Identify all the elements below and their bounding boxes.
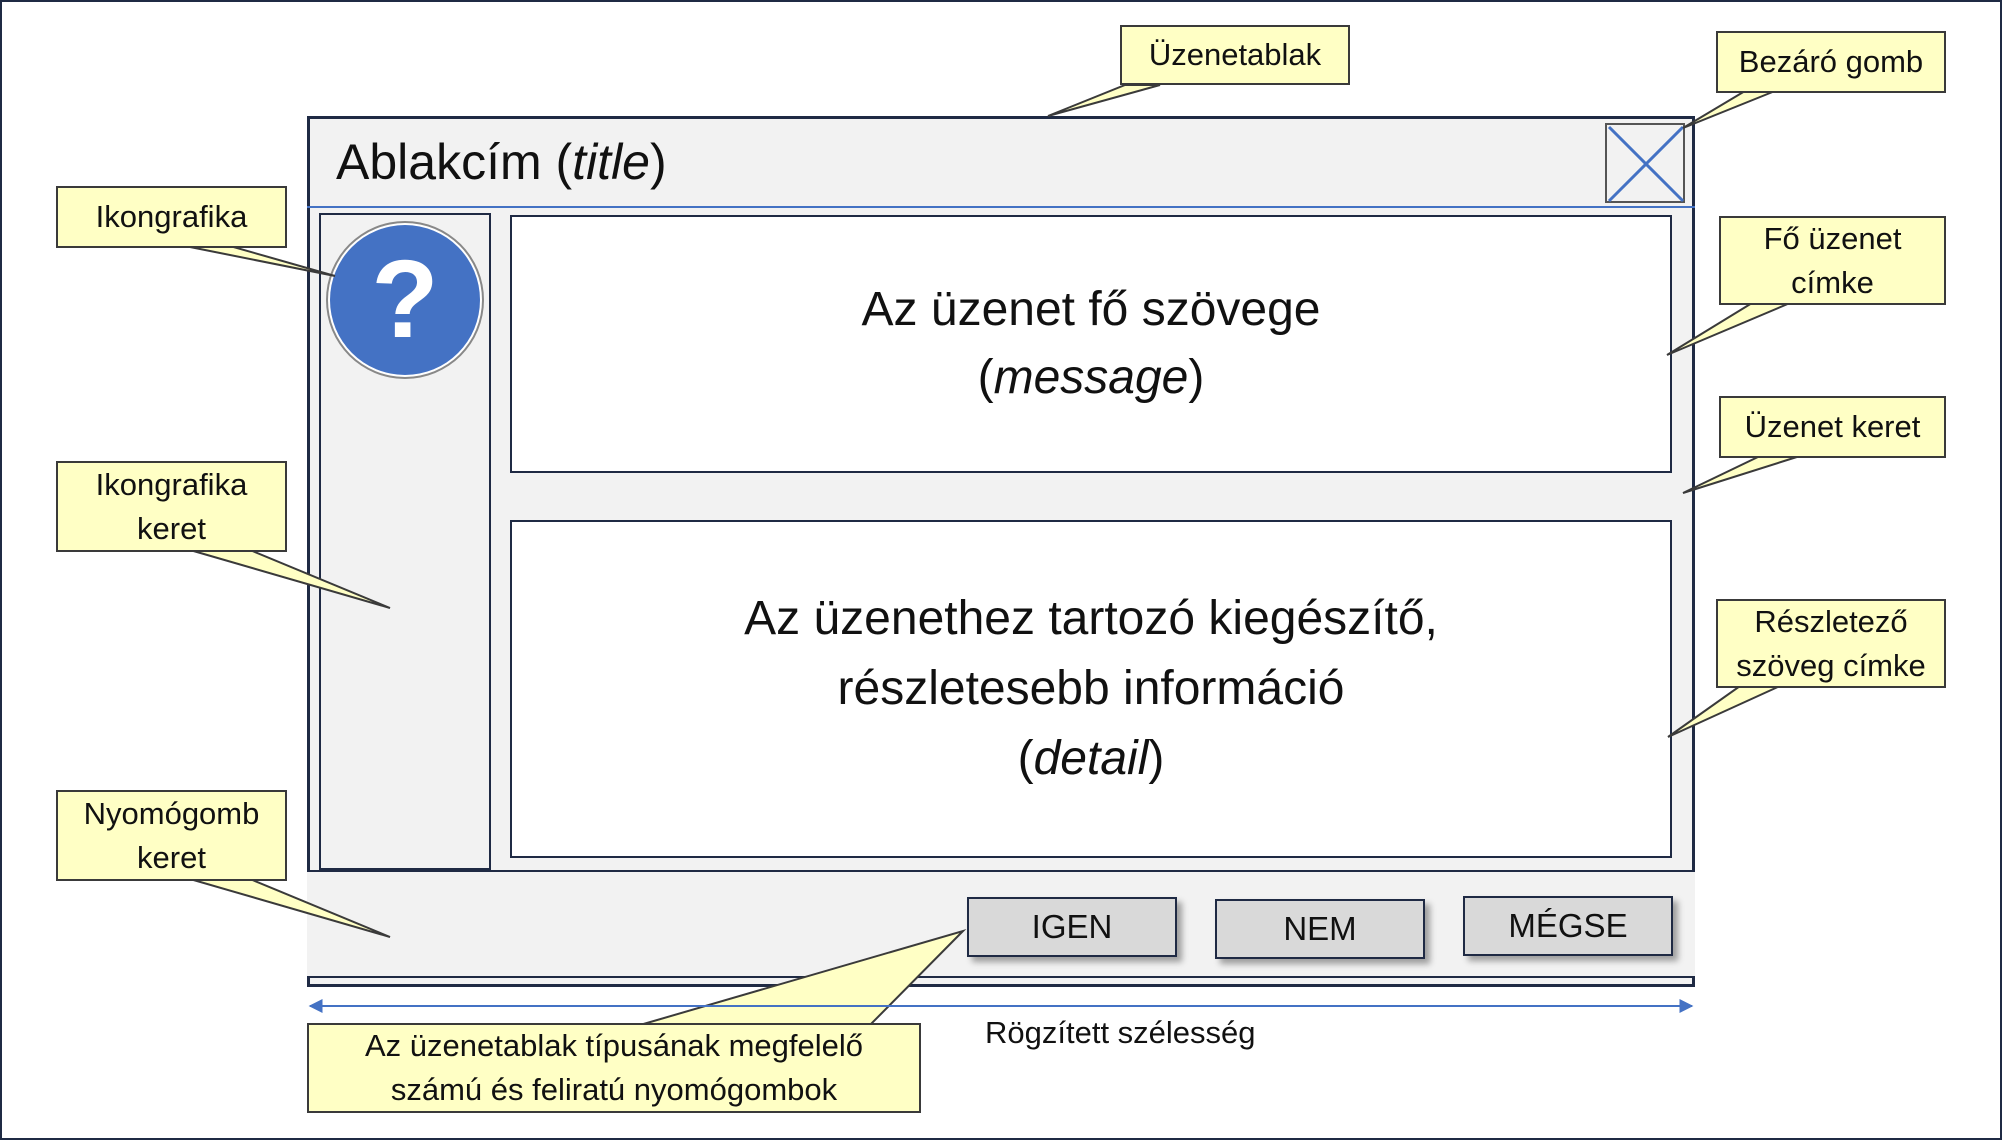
no-button[interactable]: NEM xyxy=(1215,899,1425,959)
width-label: Rögzített szélesség xyxy=(985,1015,1256,1050)
callout-fo-uzenet: Fő üzenet címke xyxy=(1719,216,1946,305)
callout-reszletezo: Részletező szöveg címke xyxy=(1716,599,1946,688)
question-icon: ? xyxy=(330,225,480,375)
window-title: Ablakcím (title) xyxy=(336,134,667,190)
callout-ikon-keret: Ikongrafika keret xyxy=(56,461,287,552)
yes-button[interactable]: IGEN xyxy=(967,897,1177,957)
callout-nyomogomb: Nyomógomb keret xyxy=(56,790,287,881)
close-icon xyxy=(1607,125,1685,203)
callout-ikongrafika: Ikongrafika xyxy=(56,186,287,248)
message-label: Az üzenet fő szövege (message) xyxy=(510,215,1672,473)
callout-gombok: Az üzenetablak típusának megfelelő számú … xyxy=(307,1023,921,1113)
close-button[interactable] xyxy=(1605,123,1685,203)
cancel-button[interactable]: MÉGSE xyxy=(1463,896,1673,956)
callout-uzenet-keret: Üzenet keret xyxy=(1719,396,1946,458)
callout-uzenetablak: Üzenetablak xyxy=(1120,25,1350,85)
detail-label: Az üzenethez tartozó kiegészítő, részlete… xyxy=(510,520,1672,858)
callout-bezaro: Bezáró gomb xyxy=(1716,31,1946,93)
